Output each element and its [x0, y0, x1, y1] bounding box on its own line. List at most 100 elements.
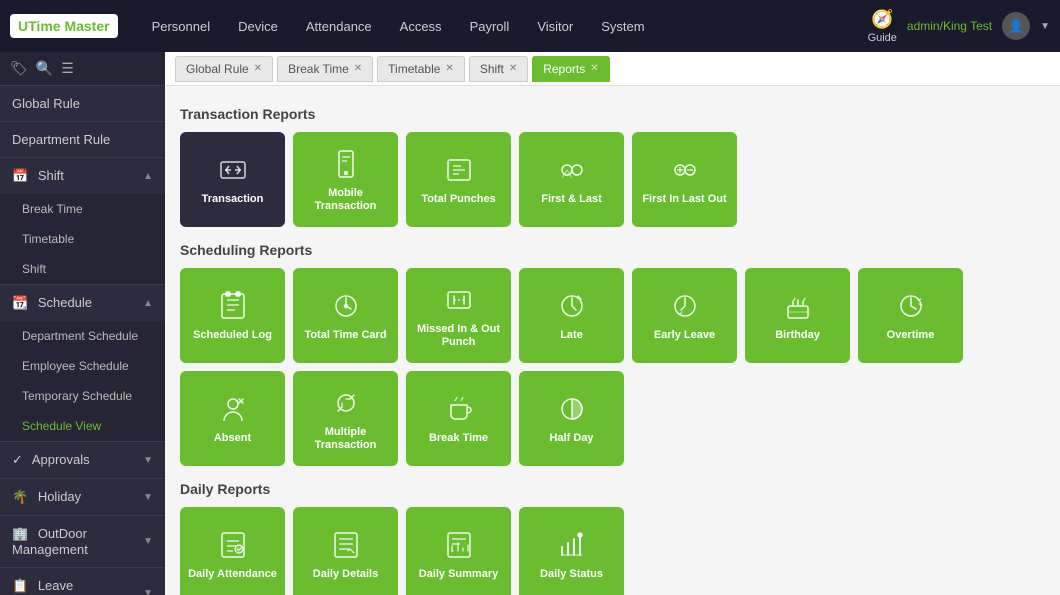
search-icon[interactable]: 🔍	[36, 60, 53, 77]
guide-button[interactable]: 🧭 Guide	[868, 9, 897, 44]
sidebar-item-break-time[interactable]: Break Time	[0, 194, 165, 224]
tab-timetable-close[interactable]: ✕	[445, 63, 453, 74]
sidebar-item-schedule-view[interactable]: Schedule View	[0, 411, 165, 441]
nav-device[interactable]: Device	[224, 11, 292, 42]
card-absent[interactable]: Absent	[180, 371, 285, 466]
card-scheduled-log-label: Scheduled Log	[193, 329, 272, 342]
tab-shift-close[interactable]: ✕	[509, 63, 517, 74]
holiday-icon: 🌴	[12, 489, 28, 504]
card-absent-label: Absent	[214, 432, 251, 445]
tag-icon[interactable]: 🏷	[10, 60, 28, 77]
transaction-icon	[215, 152, 251, 188]
card-missed-in-out[interactable]: Missed In & Out Punch	[406, 268, 511, 363]
transaction-section: Transaction Reports Transaction	[180, 106, 1045, 227]
sidebar-item-timetable[interactable]: Timetable	[0, 224, 165, 254]
tab-shift-label: Shift	[480, 62, 504, 76]
card-scheduled-log[interactable]: Scheduled Log	[180, 268, 285, 363]
card-total-time-card[interactable]: Total Time Card	[293, 268, 398, 363]
card-missed-in-out-label: Missed In & Out Punch	[411, 323, 506, 349]
card-birthday[interactable]: Birthday	[745, 268, 850, 363]
first-last-icon	[554, 152, 590, 188]
nav-payroll[interactable]: Payroll	[456, 11, 524, 42]
user-info[interactable]: admin/King Test	[907, 19, 992, 33]
card-first-last-label: First & Last	[541, 193, 602, 206]
user-avatar[interactable]: 👤	[1002, 12, 1030, 40]
logo[interactable]: UTime Master	[10, 14, 118, 38]
sidebar-global-rule[interactable]: Global Rule	[0, 86, 165, 121]
daily-section: Daily Reports Daily Attendance	[180, 481, 1045, 595]
card-daily-attendance[interactable]: Daily Attendance	[180, 507, 285, 595]
late-icon	[554, 288, 590, 324]
top-navigation: UTime Master Personnel Device Attendance…	[0, 0, 1060, 52]
list-icon[interactable]: ☰	[61, 60, 74, 77]
card-break-time-label: Break Time	[429, 432, 488, 445]
logo-accent: U	[18, 18, 28, 34]
tab-shift[interactable]: Shift ✕	[469, 56, 528, 82]
shift-icon: 📅	[12, 168, 28, 183]
approvals-arrow: ▼	[143, 455, 153, 466]
approvals-icon: ✓	[12, 452, 23, 467]
early-leave-icon	[667, 288, 703, 324]
card-mobile-transaction[interactable]: Mobile Transaction	[293, 132, 398, 227]
nav-visitor[interactable]: Visitor	[523, 11, 587, 42]
daily-cards: Daily Attendance Daily Details	[180, 507, 1045, 595]
sidebar-item-temp-schedule[interactable]: Temporary Schedule	[0, 381, 165, 411]
nav-personnel[interactable]: Personnel	[138, 11, 225, 42]
tab-global-rule-close[interactable]: ✕	[254, 63, 262, 74]
nav-right: 🧭 Guide admin/King Test 👤 ▼	[868, 9, 1050, 44]
card-late-label: Late	[560, 329, 583, 342]
daily-attendance-icon	[215, 527, 251, 563]
tab-reports-close[interactable]: ✕	[590, 63, 598, 74]
daily-title: Daily Reports	[180, 481, 1045, 497]
card-first-in-last-out[interactable]: First In Last Out	[632, 132, 737, 227]
card-early-leave[interactable]: Early Leave	[632, 268, 737, 363]
holiday-arrow: ▼	[143, 492, 153, 503]
first-in-last-out-icon	[667, 152, 703, 188]
sidebar-outdoor-header[interactable]: 🏢 OutDoor Management ▼	[0, 516, 165, 567]
card-daily-summary[interactable]: Daily Summary	[406, 507, 511, 595]
card-transaction-label: Transaction	[202, 193, 264, 206]
card-total-punches-label: Total Punches	[421, 193, 495, 206]
card-total-punches[interactable]: Total Punches	[406, 132, 511, 227]
card-half-day[interactable]: Half Day	[519, 371, 624, 466]
nav-system[interactable]: System	[587, 11, 658, 42]
sidebar-shift-header[interactable]: 📅 Shift ▲	[0, 158, 165, 194]
sidebar-dept-rule[interactable]: Department Rule	[0, 122, 165, 157]
absent-icon	[215, 391, 251, 427]
multiple-transaction-icon	[328, 385, 364, 421]
nav-attendance[interactable]: Attendance	[292, 11, 386, 42]
card-birthday-label: Birthday	[775, 329, 820, 342]
tab-break-time-close[interactable]: ✕	[354, 63, 362, 74]
break-time-icon	[441, 391, 477, 427]
card-transaction[interactable]: Transaction	[180, 132, 285, 227]
tab-timetable[interactable]: Timetable ✕	[377, 56, 465, 82]
card-early-leave-label: Early Leave	[654, 329, 715, 342]
sidebar-approvals-header[interactable]: ✓ Approvals ▼	[0, 442, 165, 478]
sidebar-schedule-sub: Department Schedule Employee Schedule Te…	[0, 321, 165, 441]
card-overtime[interactable]: Overtime	[858, 268, 963, 363]
sidebar-section-holiday: 🌴 Holiday ▼	[0, 479, 165, 516]
sidebar-schedule-header[interactable]: 📆 Schedule ▲	[0, 285, 165, 321]
sidebar-section-dept-rule: Department Rule	[0, 122, 165, 158]
card-daily-details[interactable]: Daily Details	[293, 507, 398, 595]
card-break-time[interactable]: Break Time	[406, 371, 511, 466]
card-first-last[interactable]: First & Last	[519, 132, 624, 227]
card-late[interactable]: Late	[519, 268, 624, 363]
outdoor-arrow: ▼	[143, 536, 153, 547]
sidebar-section-approvals: ✓ Approvals ▼	[0, 442, 165, 479]
sidebar-shift-sub: Break Time Timetable Shift	[0, 194, 165, 284]
card-daily-status[interactable]: Daily Status	[519, 507, 624, 595]
card-multiple-transaction[interactable]: Multiple Transaction	[293, 371, 398, 466]
sidebar-leave-header[interactable]: 📋 Leave Management ▼	[0, 568, 165, 595]
sidebar-holiday-header[interactable]: 🌴 Holiday ▼	[0, 479, 165, 515]
tab-break-time[interactable]: Break Time ✕	[277, 56, 373, 82]
tab-reports[interactable]: Reports ✕	[532, 56, 609, 82]
card-daily-attendance-label: Daily Attendance	[188, 568, 277, 581]
sidebar-item-emp-schedule[interactable]: Employee Schedule	[0, 351, 165, 381]
sidebar-shift-label: Shift	[38, 168, 64, 183]
tab-global-rule[interactable]: Global Rule ✕	[175, 56, 273, 82]
sidebar-item-dept-schedule[interactable]: Department Schedule	[0, 321, 165, 351]
dropdown-arrow[interactable]: ▼	[1040, 21, 1050, 32]
nav-access[interactable]: Access	[386, 11, 456, 42]
sidebar-item-shift[interactable]: Shift	[0, 254, 165, 284]
